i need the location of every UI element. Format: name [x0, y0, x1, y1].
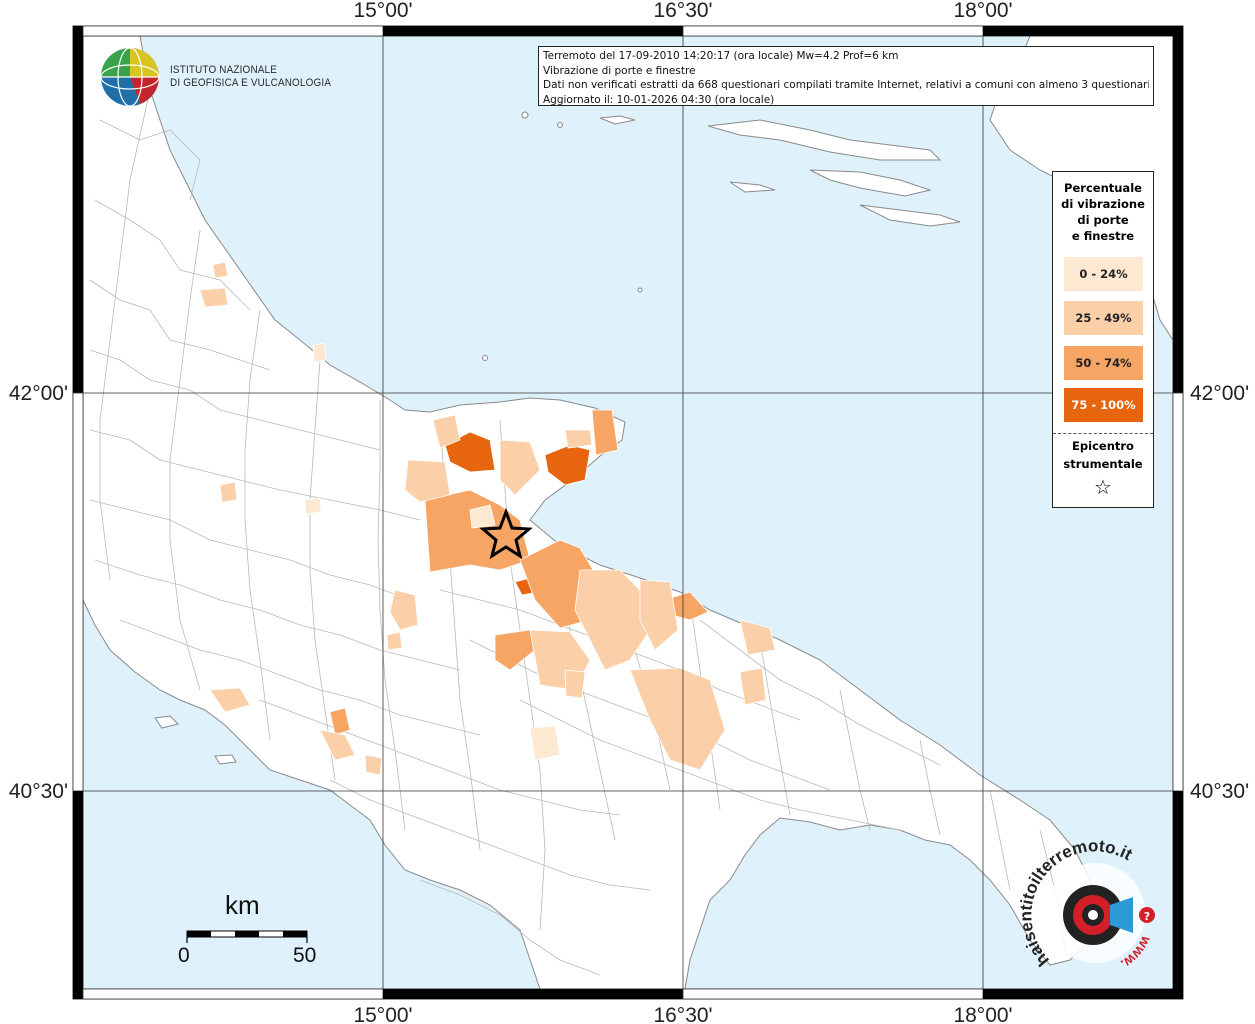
lon-label-top-3: 18°00': [953, 0, 1012, 22]
event-subtitle: Vibrazione di porte e finestre: [543, 64, 696, 77]
lat-label-right-2: 40°30': [1190, 780, 1249, 803]
legend-epicenter-label: Epicentro strumentale: [1053, 437, 1153, 473]
logo-line-2: DI GEOFISICA E VULCANOLOGIA: [170, 77, 332, 89]
scale-max: 50: [293, 944, 317, 967]
legend-title-line: di porte: [1077, 213, 1129, 227]
legend-class-3: 50 - 74%: [1064, 346, 1143, 380]
ingv-logo-icon: [100, 47, 160, 107]
legend-class-1: 0 - 24%: [1064, 257, 1143, 291]
legend-star-icon: ☆: [1094, 475, 1112, 499]
legend-epicenter-line: strumentale: [1063, 457, 1143, 471]
event-data-note: Dati non verificati estratti da 668 ques…: [543, 79, 1149, 91]
logo-line-1: ISTITUTO NAZIONALE: [170, 64, 278, 76]
lon-label-bottom-3: 18°00': [953, 1004, 1012, 1024]
legend-title-line: di vibrazione: [1061, 197, 1145, 211]
svg-text:?: ?: [1144, 910, 1150, 923]
lon-label-bottom-1: 15°00': [353, 1004, 412, 1024]
event-updated: Aggiornato il: 10-01-2026 04:30 (ora loc…: [543, 93, 775, 106]
map-canvas: 15°00' 16°30' 18°00' 15°00' 16°30' 18°00…: [9, 0, 1249, 1024]
scale-unit: km: [225, 890, 260, 920]
lat-label-left-1: 42°00': [9, 382, 68, 405]
lon-label-top-1: 15°00': [353, 0, 412, 22]
legend-title-line: e finestre: [1071, 229, 1135, 243]
lat-label-right-1: 42°00': [1190, 382, 1249, 405]
lon-label-bottom-2: 16°30': [653, 1004, 712, 1024]
legend: Percentuale di vibrazione di porte e fin…: [1052, 171, 1154, 508]
legend-title-line: Percentuale: [1064, 181, 1142, 195]
event-title: Terremoto del 17-09-2010 14:20:17 (ora l…: [543, 50, 899, 62]
lon-label-top-2: 16°30': [653, 0, 712, 22]
ingv-logo-text: ISTITUTO NAZIONALE DI GEOFISICA E VULCAN…: [170, 64, 331, 90]
legend-class-2: 25 - 49%: [1064, 301, 1143, 335]
lat-label-left-2: 40°30': [9, 780, 68, 803]
event-info-box: Terremoto del 17-09-2010 14:20:17 (ora l…: [538, 46, 1154, 106]
legend-title: Percentuale di vibrazione di porte e fin…: [1053, 180, 1153, 244]
scale-min: 0: [178, 944, 190, 967]
legend-epicenter-line: Epicentro: [1072, 439, 1134, 453]
legend-separator: [1053, 433, 1153, 434]
legend-class-4: 75 - 100%: [1064, 388, 1143, 422]
